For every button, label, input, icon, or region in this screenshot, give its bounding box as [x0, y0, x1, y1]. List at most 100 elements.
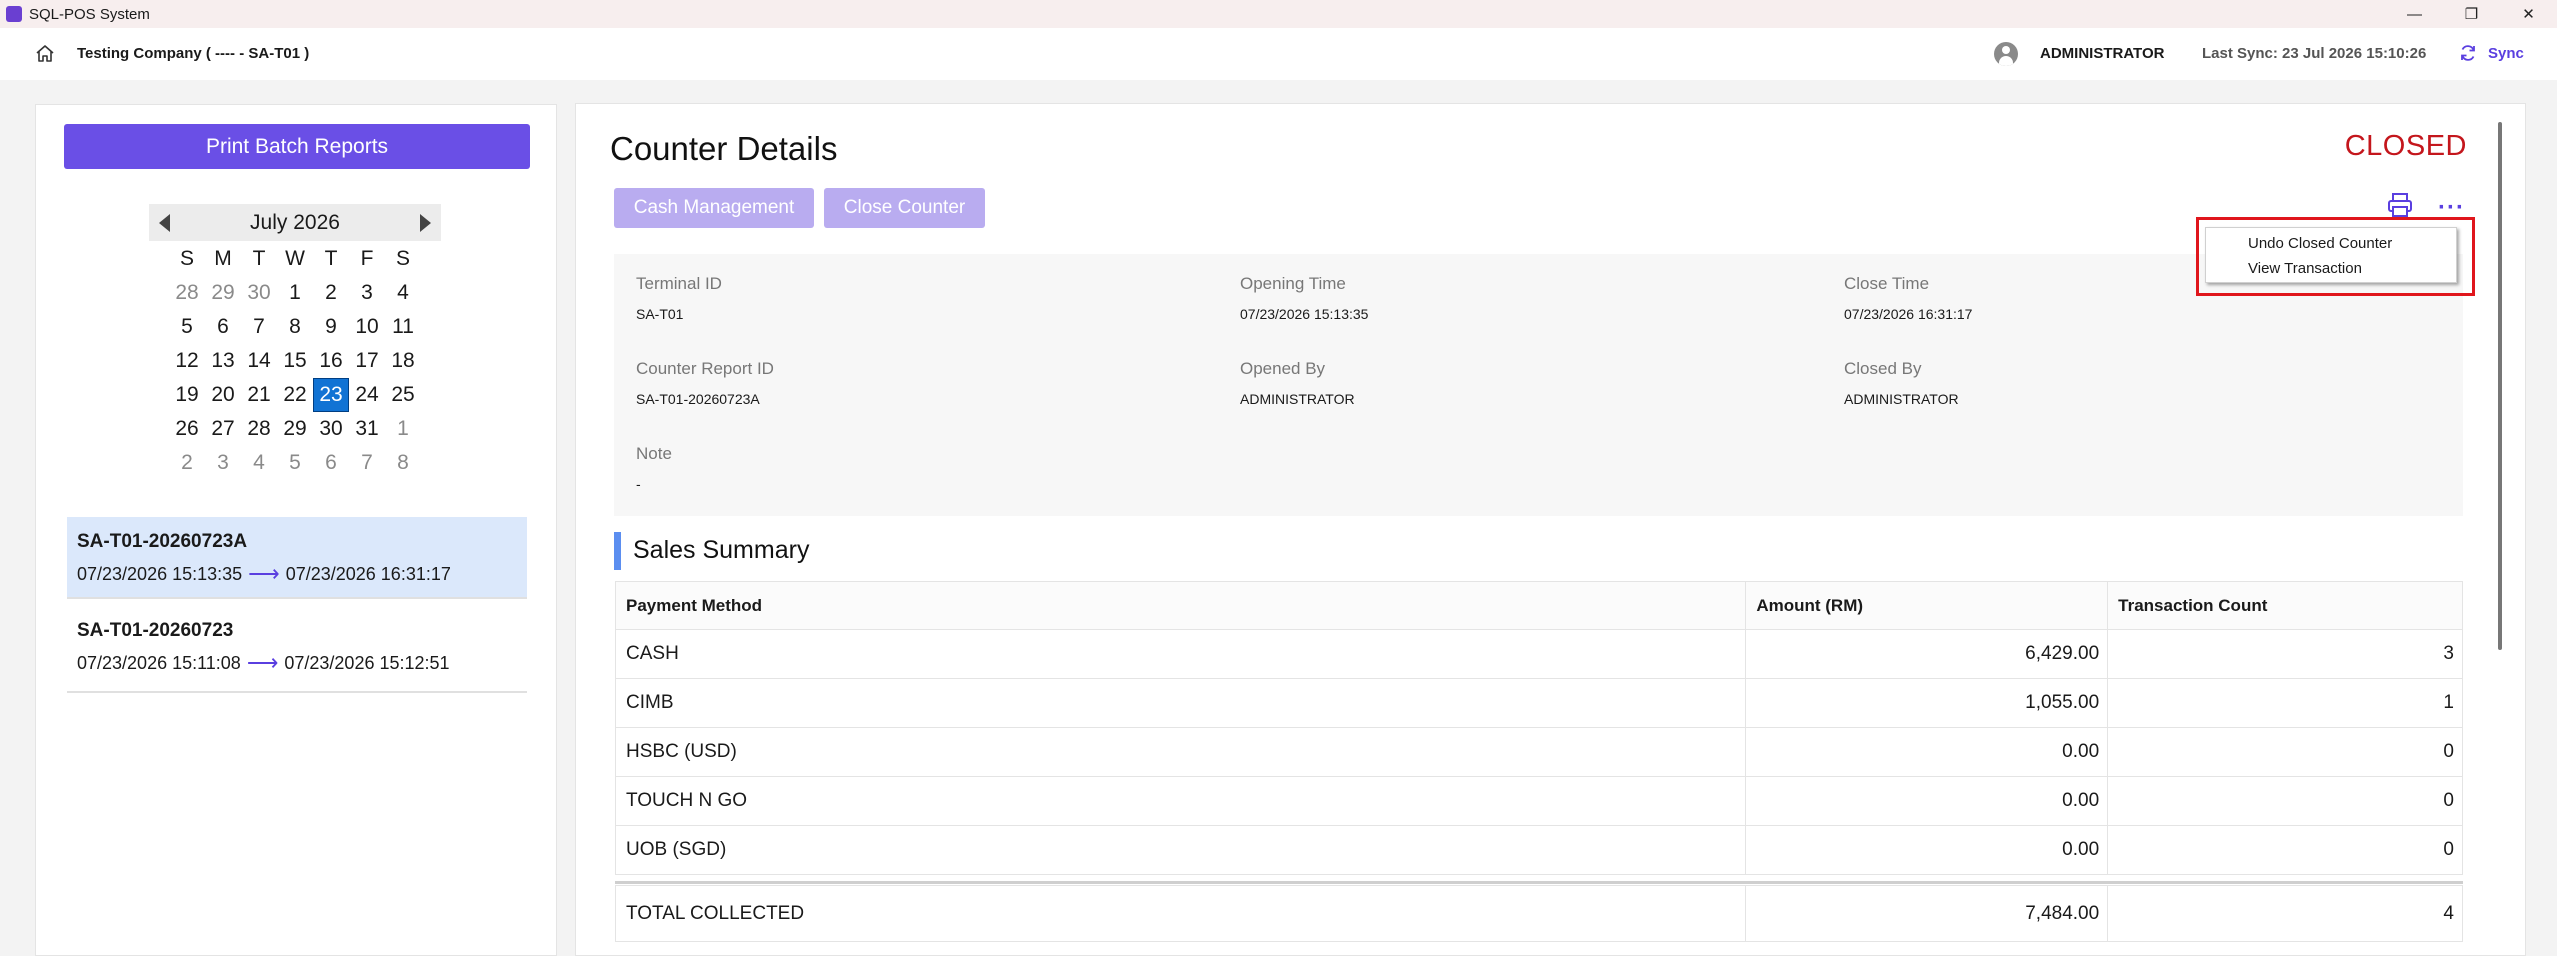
total-row: TOTAL COLLECTED 7,484.00 4	[614, 885, 2463, 942]
total-transaction-count: 4	[2107, 885, 2463, 942]
counter-list: SA-T01-20260723A 07/23/2026 15:13:35 ⟶ 07/2…	[67, 517, 527, 693]
transaction-count-cell: 0	[2107, 825, 2463, 875]
closed-by-label: Closed By	[1844, 359, 1922, 378]
calendar-day[interactable]: 3	[205, 446, 241, 480]
table-row[interactable]: CIMB 1,055.00 1	[614, 678, 2463, 728]
calendar-day[interactable]: 29	[277, 412, 313, 446]
print-batch-reports-button[interactable]: Print Batch Reports	[64, 124, 530, 169]
view-transaction-menu-item[interactable]: View Transaction	[2206, 256, 2456, 281]
app-logo-icon	[6, 6, 22, 22]
column-header-payment-method[interactable]: Payment Method	[614, 581, 1747, 630]
minimize-button[interactable]: —	[2386, 0, 2443, 28]
weekday-label: S	[179, 247, 194, 270]
counter-report-id-label: Counter Report ID	[636, 359, 774, 378]
next-month-icon[interactable]	[420, 213, 431, 232]
weekday-label: S	[395, 247, 410, 270]
calendar-day[interactable]: 28	[169, 276, 205, 310]
calendar-day[interactable]: 16	[313, 344, 349, 378]
calendar-day[interactable]: 21	[241, 378, 277, 412]
calendar-day[interactable]: 5	[169, 310, 205, 344]
sales-summary-table: Payment Method Amount (RM) Transaction C…	[614, 581, 2463, 875]
table-header-row: Payment Method Amount (RM) Transaction C…	[614, 581, 2463, 630]
calendar-day[interactable]: 12	[169, 344, 205, 378]
calendar-day[interactable]: 10	[349, 310, 385, 344]
user-avatar-icon	[1994, 42, 2018, 66]
printer-icon[interactable]	[2385, 190, 2415, 220]
calendar-day[interactable]: 2	[169, 446, 205, 480]
calendar-day[interactable]: 7	[241, 310, 277, 344]
counter-list-item[interactable]: SA-T01-20260723A 07/23/2026 15:13:35 ⟶ 07/2…	[67, 517, 527, 599]
calendar-day[interactable]: 18	[385, 344, 421, 378]
calendar-day[interactable]: 30	[241, 276, 277, 310]
transaction-count-cell: 0	[2107, 776, 2463, 826]
calendar-day[interactable]: 24	[349, 378, 385, 412]
sync-button[interactable]: Sync	[2458, 43, 2524, 63]
close-window-button[interactable]: ✕	[2500, 0, 2557, 28]
calendar-grid: S M T W T F S 28 29 30 1 2 3 4 5 6 7 8 9 10 11 12 13 14 15 16 17 18…	[149, 242, 441, 480]
window-titlebar: SQL-POS System — ❐ ✕	[0, 0, 2557, 28]
left-panel: Print Batch Reports July 2026 S M T W T F S 28 2…	[35, 104, 557, 956]
arrow-right-icon: ⟶	[246, 650, 279, 675]
calendar-day[interactable]: 7	[349, 446, 385, 480]
calendar-day[interactable]: 5	[277, 446, 313, 480]
home-icon[interactable]	[34, 43, 56, 65]
calendar-header: July 2026	[149, 204, 441, 241]
close-time-field: Close Time 07/23/2026 16:31:17	[1844, 274, 1972, 322]
table-row[interactable]: HSBC (USD) 0.00 0	[614, 727, 2463, 777]
calendar-day[interactable]: 31	[349, 412, 385, 446]
counter-report-id-field: Counter Report ID SA-T01-20260723A	[636, 359, 774, 407]
calendar-day[interactable]: 14	[241, 344, 277, 378]
calendar-day[interactable]: 6	[313, 446, 349, 480]
calendar-day[interactable]: 4	[385, 276, 421, 310]
calendar-day[interactable]: 25	[385, 378, 421, 412]
calendar-day[interactable]: 20	[205, 378, 241, 412]
calendar-day[interactable]: 11	[385, 310, 421, 344]
opening-time-field: Opening Time 07/23/2026 15:13:35	[1240, 274, 1368, 322]
calendar-day[interactable]: 1	[385, 412, 421, 446]
calendar-day[interactable]: 15	[277, 344, 313, 378]
close-counter-button[interactable]: Close Counter	[824, 188, 985, 228]
calendar-day[interactable]: 1	[277, 276, 313, 310]
calendar-day[interactable]: 22	[277, 378, 313, 412]
cash-management-button[interactable]: Cash Management	[614, 188, 814, 228]
calendar-day[interactable]: 27	[205, 412, 241, 446]
previous-month-icon[interactable]	[159, 213, 170, 232]
app-header: Testing Company ( ---- - SA-T01 ) ADMINI…	[0, 28, 2557, 80]
note-label: Note	[636, 444, 672, 463]
calendar-day[interactable]: 28	[241, 412, 277, 446]
calendar-day[interactable]: 30	[313, 412, 349, 446]
vertical-scrollbar[interactable]	[2498, 122, 2502, 650]
calendar-day[interactable]: 19	[169, 378, 205, 412]
calendar-day[interactable]: 3	[349, 276, 385, 310]
section-accent-bar	[614, 532, 621, 570]
calendar-day[interactable]: 26	[169, 412, 205, 446]
calendar-day[interactable]: 8	[277, 310, 313, 344]
calendar-day[interactable]: 13	[205, 344, 241, 378]
weekday-label: T	[252, 247, 266, 270]
calendar-day[interactable]: 2	[313, 276, 349, 310]
undo-closed-counter-menu-item[interactable]: Undo Closed Counter	[2206, 231, 2456, 256]
opened-by-field: Opened By ADMINISTRATOR	[1240, 359, 1355, 407]
table-row[interactable]: TOUCH N GO 0.00 0	[614, 776, 2463, 826]
counter-list-item[interactable]: SA-T01-20260723 07/23/2026 15:11:08 ⟶ 07/23…	[67, 604, 527, 693]
company-name: Testing Company ( ---- - SA-T01 )	[77, 45, 310, 62]
counter-details-card: Terminal ID SA-T01 Opening Time 07/23/20…	[614, 254, 2463, 516]
calendar-day-selected[interactable]: 23	[313, 378, 349, 412]
column-header-amount[interactable]: Amount (RM)	[1745, 581, 2109, 630]
payment-method-cell: CASH	[614, 629, 1747, 679]
calendar-day[interactable]: 4	[241, 446, 277, 480]
calendar-month-label[interactable]: July 2026	[250, 211, 340, 235]
total-section: TOTAL COLLECTED 7,484.00 4	[614, 881, 2463, 942]
table-row[interactable]: UOB (SGD) 0.00 0	[614, 825, 2463, 875]
restore-button[interactable]: ❐	[2443, 0, 2500, 28]
calendar-day[interactable]: 17	[349, 344, 385, 378]
calendar-day[interactable]: 9	[313, 310, 349, 344]
column-header-transaction-count[interactable]: Transaction Count	[2107, 581, 2463, 630]
more-options-menu: Undo Closed Counter View Transaction	[2205, 227, 2457, 283]
table-row[interactable]: CASH 6,429.00 3	[614, 629, 2463, 679]
payment-method-cell: UOB (SGD)	[614, 825, 1747, 875]
calendar-day[interactable]: 8	[385, 446, 421, 480]
calendar-day[interactable]: 29	[205, 276, 241, 310]
sales-summary-title: Sales Summary	[633, 536, 810, 564]
calendar-day[interactable]: 6	[205, 310, 241, 344]
